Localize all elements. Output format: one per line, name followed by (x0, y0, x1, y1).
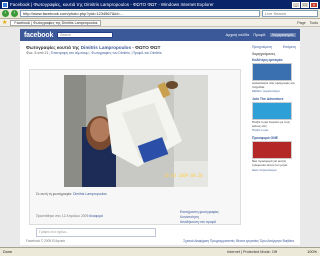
next-photo-link[interactable]: Επόμενη (283, 45, 296, 49)
security-zone: Internet | Protected Mode: Off (227, 250, 277, 254)
status-text: Done (3, 250, 13, 254)
owner-photos-link[interactable]: Φωτογραφίες του Dimitris (91, 51, 129, 55)
nav-account[interactable]: Λογαριασμός (269, 33, 296, 37)
browser-search-input[interactable]: Live Search (262, 10, 318, 17)
tagged-person-link[interactable]: Dimitris Lampropoulos (73, 192, 107, 196)
ad-title[interactable]: Join The Adventure (252, 97, 296, 101)
facebook-footer: Facebook © 2009 Ελληνικά Σχετικά Διαφήμι… (20, 239, 300, 245)
back-icon[interactable]: ‹ (2, 10, 9, 17)
ad-card[interactable]: Προσφορά ΟΝΕ Νέα προσφορά για κινητή τηλ… (252, 136, 296, 172)
save-to-profile-link[interactable]: Αποθήκευση στο προφίλ (180, 220, 240, 225)
window-title: Facebook | Φωτογραφίες, κουτιά της Dimit… (10, 2, 214, 7)
prev-photo-link[interactable]: Προηγούμενη (252, 45, 272, 49)
photo-main: Φωτογραφίες κουτιά της Dimitris Lampropo… (26, 45, 244, 237)
photo-timestamp: 10 04 2009 00:20 (164, 173, 203, 178)
ad-title[interactable]: Καλύτερη εμπειρία (252, 58, 296, 62)
minimize-button[interactable]: _ (292, 1, 300, 8)
photo-scene (64, 75, 208, 187)
browser-tools: Page Tools (297, 21, 318, 25)
breadcrumb: Φωτ. 5 από 21 | Επιστροφή στο άλμπουμ | … (26, 51, 162, 55)
favorites-star-icon[interactable]: ★ (2, 19, 7, 26)
maximize-button[interactable]: □ (301, 1, 309, 8)
photo-date: Προστέθηκε στις 12 Απριλίου 2009 Αναφορά (36, 214, 103, 218)
window-titlebar: Facebook | Φωτογραφίες, κουτιά της Dimit… (0, 0, 320, 9)
title-suffix: - ΦΩΤΟ ΦΩΤ (132, 45, 161, 50)
sponsored-header: Χορηγούμενες (252, 52, 276, 56)
facebook-content: Φωτογραφίες κουτιά της Dimitris Lampropo… (20, 41, 300, 245)
ad-title[interactable]: Προσφορά ΟΝΕ (252, 136, 296, 140)
url-input[interactable]: http://www.facebook.com/photo.php?pid=12… (20, 10, 260, 17)
page-title: Φωτογραφίες κουτιά της Dimitris Lampropo… (26, 45, 244, 50)
address-bar: ‹ › http://www.facebook.com/photo.php?pi… (0, 9, 320, 19)
photo-caption: Σε αυτή τη φωτογραφία: Dimitris Lampropo… (36, 192, 107, 196)
zoom-level[interactable]: 100% (297, 250, 317, 254)
facebook-search-input[interactable]: Search (57, 32, 114, 38)
nav-home[interactable]: Αρχική σελίδα (226, 33, 250, 37)
photo-counter: Φωτ. 5 από 21 (26, 51, 49, 55)
nav-profile[interactable]: Προφίλ (253, 33, 265, 37)
owner-profile-link[interactable]: Προφίλ του Dimitris (132, 51, 161, 55)
browser-tab[interactable]: Facebook | Φωτογραφίες της Dimitris Lamp… (10, 19, 102, 26)
page-viewport: facebook Search Αρχική σελίδα Προφίλ Λογ… (0, 27, 320, 247)
favorites-bar: ★ Facebook | Φωτογραφίες της Dimitris La… (0, 19, 320, 27)
ad-text: Παίξτε τώρα δωρεάν με τους φίλους σας. (252, 120, 290, 128)
forward-icon[interactable]: › (11, 10, 18, 17)
ad-image[interactable] (252, 141, 292, 160)
ad-link[interactable]: Δείτε περισσότερα (252, 168, 296, 172)
ads-sidebar: Προηγούμενη Επόμενη Χορηγούμενες Καλύτερ… (252, 45, 296, 176)
close-button[interactable]: x (310, 1, 318, 8)
photo-actions: Επισήμανση φωτογραφίας Κοινοποίηση Αποθή… (180, 210, 240, 225)
ie-icon (2, 1, 8, 8)
ad-link[interactable]: Παίξτε τώρα (252, 128, 296, 132)
comment-input[interactable]: Γράψτε ένα σχόλιο... (36, 228, 156, 237)
ad-text: Νέα προσφορά για κινητή τηλεφωνία αυτόν … (252, 159, 288, 167)
caption-prefix: Σε αυτή τη φωτογραφία: (36, 192, 73, 196)
photo-image[interactable]: 10 04 2009 00:20 (64, 75, 208, 187)
page-menu[interactable]: Page (297, 21, 305, 25)
facebook-header: facebook Search Αρχική σελίδα Προφίλ Λογ… (20, 29, 300, 41)
status-bar: Done Internet | Protected Mode: Off 100% (0, 247, 320, 256)
title-prefix: Φωτογραφίες κουτιά της (26, 45, 80, 50)
window-controls: _ □ x (292, 1, 318, 8)
ad-card[interactable]: Καλύτερη εμπειρία Ανακαλύψτε νέες εφαρμο… (252, 58, 296, 93)
footer-links[interactable]: Σχετικά Διαφήμιση Προγραμματιστές Θέσεις… (183, 239, 294, 245)
report-link[interactable]: Αναφορά (89, 214, 103, 218)
photo-frame: 10 04 2009 00:20 Σε αυτή τη φωτογραφία: … (29, 69, 241, 237)
ad-image[interactable] (252, 102, 292, 121)
facebook-nav: Αρχική σελίδα Προφίλ Λογαριασμός (226, 33, 296, 37)
sidebar-top-links: Προηγούμενη Επόμενη (252, 45, 296, 49)
footer-copyright: Facebook © 2009 Ελληνικά (26, 239, 65, 243)
ad-card[interactable]: Join The Adventure Παίξτε τώρα δωρεάν με… (252, 97, 296, 132)
ad-image[interactable] (252, 63, 292, 81)
facebook-logo[interactable]: facebook (24, 32, 53, 39)
tools-menu[interactable]: Tools (310, 21, 318, 25)
ad-text: Ανακαλύψτε νέες εφαρμογές και παιχνίδια. (252, 81, 295, 89)
ad-link[interactable]: Μάθετε περισσότερα (252, 89, 296, 93)
back-to-album-link[interactable]: Επιστροφή στο άλμπουμ (51, 51, 88, 55)
date-text: Προστέθηκε στις 12 Απριλίου 2009 (36, 214, 89, 218)
title-owner-link[interactable]: Dimitris Lampropoulos (81, 45, 131, 50)
